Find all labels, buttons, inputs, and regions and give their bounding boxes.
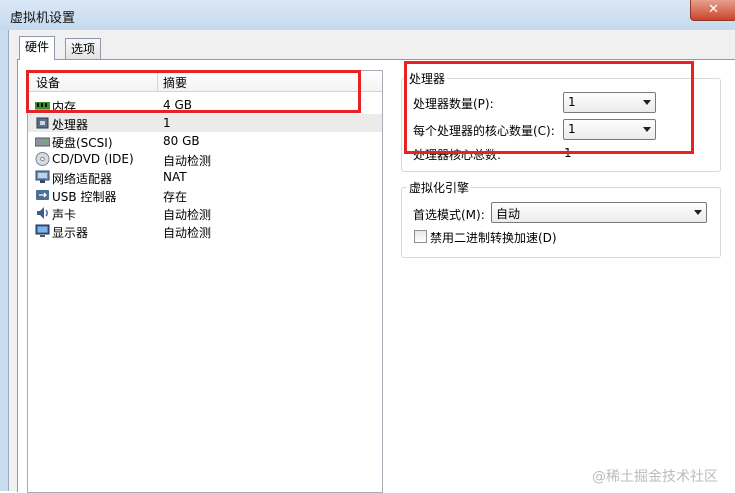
network-adapter-icon xyxy=(35,170,50,183)
preferred-mode-select[interactable]: 自动 xyxy=(491,202,707,223)
device-name: CD/DVD (IDE) xyxy=(52,152,134,166)
device-name: 显示器 xyxy=(52,226,89,240)
processor-icon xyxy=(36,117,49,129)
dropdown-arrow-icon xyxy=(694,210,702,215)
device-row-network-adapter[interactable]: 网络适配器 NAT xyxy=(28,168,382,186)
device-row-cd-dvd[interactable]: CD/DVD (IDE) 自动检测 xyxy=(28,150,382,168)
device-row-hard-disk[interactable]: 硬盘(SCSI) 80 GB xyxy=(28,132,382,150)
hard-disk-icon xyxy=(35,137,50,147)
device-summary: 1 xyxy=(163,116,171,130)
device-name: 网络适配器 xyxy=(52,172,113,186)
display-icon xyxy=(35,224,50,237)
settings-window: 虚拟机设置 ✕ 硬件 选项 设备 摘要 内存 4 GB 处理器 1 硬盘(SCS… xyxy=(0,0,735,493)
device-row-usb-controller[interactable]: USB 控制器 存在 xyxy=(28,186,382,204)
device-name: USB 控制器 xyxy=(52,190,117,204)
tab-hardware[interactable]: 硬件 xyxy=(19,36,56,60)
watermark: @稀土掘金技术社区 xyxy=(592,469,718,485)
tab-options[interactable]: 选项 xyxy=(65,38,102,60)
sound-card-icon xyxy=(37,207,48,219)
device-list[interactable]: 设备 摘要 内存 4 GB 处理器 1 硬盘(SCSI) 80 GB CD/DV… xyxy=(27,70,383,493)
disable-binary-translation-checkbox[interactable] xyxy=(414,230,427,243)
device-name: 处理器 xyxy=(52,118,89,132)
device-summary: NAT xyxy=(163,170,187,184)
device-summary: 80 GB xyxy=(163,134,200,148)
preferred-mode-label: 首选模式(M): xyxy=(413,208,485,222)
preferred-mode-value: 自动 xyxy=(496,207,521,221)
device-row-display[interactable]: 显示器 自动检测 xyxy=(28,222,382,240)
annotation-box-processor xyxy=(404,61,694,154)
device-row-sound-card[interactable]: 声卡 自动检测 xyxy=(28,204,382,222)
disable-binary-translation-label[interactable]: 禁用二进制转换加速(D) xyxy=(430,229,557,246)
device-summary: 自动检测 xyxy=(163,154,212,168)
title-bar: 虚拟机设置 ✕ xyxy=(0,0,735,30)
device-summary: 存在 xyxy=(163,190,188,204)
usb-icon xyxy=(36,190,49,200)
device-summary: 自动检测 xyxy=(163,226,212,240)
annotation-box-device-header xyxy=(26,70,361,113)
device-summary: 自动检测 xyxy=(163,208,212,222)
device-row-processor[interactable]: 处理器 1 xyxy=(28,114,382,132)
virtualization-group-title: 虚拟化引擎 xyxy=(407,179,472,196)
close-button[interactable]: ✕ xyxy=(690,0,735,21)
window-title: 虚拟机设置 xyxy=(10,11,76,26)
cd-dvd-icon xyxy=(35,152,50,166)
device-name: 硬盘(SCSI) xyxy=(52,136,113,150)
device-name: 声卡 xyxy=(52,208,77,222)
